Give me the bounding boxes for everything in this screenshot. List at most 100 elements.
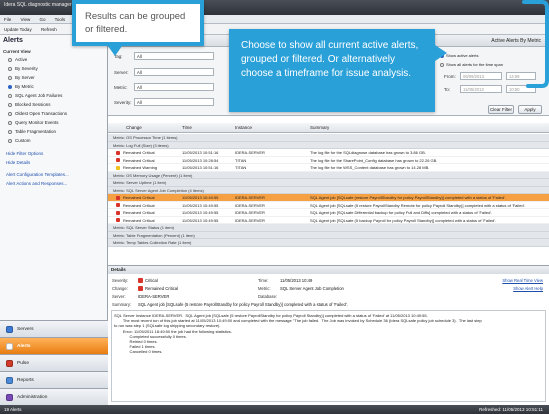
view-option[interactable]: Active [0, 55, 107, 64]
update-today-button[interactable]: Update Today [4, 27, 32, 32]
server-select[interactable]: All [134, 68, 214, 76]
view-option[interactable]: By Severity [0, 64, 107, 73]
callout-grouping-pointer [108, 46, 122, 56]
group-label: Metric: SQL Server Status (1 item) [113, 225, 174, 230]
nav-icon [6, 359, 13, 367]
alert-row[interactable]: Remained Critical 11/05/2013 10:49:55 IDER… [108, 217, 549, 224]
instance-cell: TITAN [235, 157, 247, 163]
from-date[interactable]: 06/09/2013 [460, 72, 502, 80]
view-option[interactable]: Blocked Sessions [0, 100, 107, 109]
change-cell: Remained Warning [123, 165, 158, 170]
nav-alerts[interactable]: Alerts [0, 337, 108, 354]
menu-go[interactable]: Go [39, 17, 45, 22]
show-all-option[interactable]: Show all alerts for the time span [440, 62, 503, 67]
hide-filter-link[interactable]: Hide Filter Options [0, 149, 107, 158]
alert-help-link[interactable]: Show Alert Help [513, 286, 543, 291]
group-row[interactable]: Metric: Log Full (Size) (3 items) [108, 141, 549, 149]
message-box[interactable]: SQL Server Instance IDERA-SERVER. SQL Ag… [111, 310, 546, 402]
view-option-label: Oldest Open Transactions [15, 111, 68, 116]
to-date[interactable]: 11/05/2013 [460, 85, 502, 93]
nav-label: Reports [17, 377, 34, 383]
group-row[interactable]: Metric: SQL Server Agent Job Completion … [108, 186, 549, 194]
view-option[interactable]: By Server [0, 73, 107, 82]
summary-cell: The log file for the SQLdiagnose databas… [310, 150, 426, 155]
view-radio[interactable] [8, 57, 12, 62]
alert-actions-link[interactable]: Alert Actions and Responses... [0, 179, 107, 188]
callout-timeframe-text: Choose to show all current active alerts… [241, 40, 419, 79]
view-radio[interactable] [8, 120, 12, 125]
view-radio[interactable] [8, 66, 12, 71]
tag-select[interactable]: All [134, 52, 214, 60]
alert-templates-link[interactable]: Alert Configuration Templates... [0, 170, 107, 179]
group-row[interactable]: Metric: OS Processor Time (1 items) [108, 134, 549, 142]
view-option[interactable]: Oldest Open Transactions [0, 109, 107, 118]
col-time[interactable]: Time [182, 125, 192, 130]
group-row[interactable]: Metric: Table Fragmentation (Percent) (1… [108, 231, 549, 239]
group-row[interactable]: Metric: Server Uptime (1 item) [108, 179, 549, 187]
severity-label: Severity: [114, 100, 132, 105]
view-option[interactable]: Custom [0, 136, 107, 145]
view-radio[interactable] [8, 111, 12, 116]
nav-administration[interactable]: Administration [0, 388, 108, 405]
menu-file[interactable]: File [4, 17, 11, 22]
callout-bracket [522, 0, 549, 88]
hide-details-link[interactable]: Hide Details [0, 158, 107, 167]
realtime-view-link[interactable]: Show Real Time View [502, 278, 543, 283]
nav-reports[interactable]: Reports [0, 371, 108, 388]
view-radio[interactable] [8, 84, 12, 89]
clear-filter-button[interactable]: Clear Filter [488, 105, 514, 114]
col-summary[interactable]: Summary [310, 125, 329, 130]
view-option-label: Table Fragmentation [15, 129, 57, 134]
menu-tools[interactable]: Tools [55, 17, 66, 22]
summary-detail-label: Summary: [112, 302, 132, 307]
refresh-button[interactable]: Refresh [41, 27, 57, 32]
view-radio[interactable] [8, 102, 12, 107]
alert-row[interactable]: Remained Critical 11/05/2013 10:49:55 IDER… [108, 209, 549, 217]
change-cell: Remained Critical [123, 157, 155, 163]
menu-view[interactable]: View [21, 17, 31, 22]
group-row[interactable]: Metric: Temp Tables Collection Rate (1 i… [108, 239, 549, 247]
nav-label: Pulse [17, 360, 29, 366]
col-change[interactable]: Change [126, 125, 142, 130]
show-all-radio[interactable] [440, 62, 444, 67]
alert-row[interactable]: Remained Critical 11/05/2013 10:51:16 IDER… [108, 149, 549, 157]
alert-row[interactable]: Remained Critical 11/05/2013 10:49:55 IDER… [108, 202, 549, 209]
details-panel: Details Severity: Critical Change: Remai… [108, 265, 549, 405]
server-label: Server: [114, 70, 129, 75]
view-option[interactable]: SQL Agent Job Failures [0, 91, 107, 100]
callout-timeframe: Choose to show all current active alerts… [229, 29, 435, 112]
critical-icon [116, 210, 120, 215]
time-detail-value: 11/05/2013 10:49 [280, 278, 313, 283]
metric-select[interactable]: All [134, 83, 214, 91]
col-instance[interactable]: Instance [235, 125, 252, 130]
app-title: Idera SQL diagnostic manager [4, 2, 72, 8]
view-radio[interactable] [8, 75, 12, 80]
view-radio[interactable] [8, 138, 12, 143]
show-active-label: Show active alerts [446, 53, 479, 58]
view-option[interactable]: By Metric [0, 82, 107, 91]
nav-pulse[interactable]: Pulse [0, 354, 108, 371]
details-title: Details [108, 266, 549, 274]
instance-cell: IDERA-SERVER [235, 217, 265, 223]
alert-row[interactable]: Remained Critical 11/05/2013 10:28:54 TITA… [108, 157, 549, 164]
group-row[interactable]: Metric: SQL Server Status (1 item) [108, 224, 549, 232]
instance-cell: IDERA-SERVER [235, 210, 265, 215]
refresh-time: Refreshed: 11/05/2013 10:51:11 [479, 407, 543, 412]
view-radio[interactable] [8, 93, 12, 98]
group-row[interactable]: Metric: OS Memory Usage (Percent) (1 ite… [108, 171, 549, 179]
alert-count: 19 Alerts [4, 407, 22, 412]
alert-row[interactable]: Remained Warning 11/05/2013 10:51:16 TITAN… [108, 164, 549, 172]
time-cell: 11/05/2013 10:51:16 [182, 165, 219, 170]
metric-detail-value: SQL Server Agent Job Completion [280, 286, 344, 291]
severity-select[interactable]: All [134, 98, 214, 106]
current-view-label: Current View [3, 49, 31, 54]
critical-icon [138, 278, 143, 283]
apply-button[interactable]: Apply [518, 105, 542, 114]
view-radio[interactable] [8, 129, 12, 134]
view-option-label: SQL Agent Job Failures [15, 93, 63, 98]
view-option[interactable]: Query Monitor Events [0, 118, 107, 127]
nav-servers[interactable]: Servers [0, 320, 108, 337]
view-option[interactable]: Table Fragmentation [0, 127, 107, 136]
alert-row[interactable]: Remained Critical 11/05/2013 10:49:55 IDER… [108, 194, 549, 202]
time-cell: 11/05/2013 10:28:54 [182, 157, 219, 163]
